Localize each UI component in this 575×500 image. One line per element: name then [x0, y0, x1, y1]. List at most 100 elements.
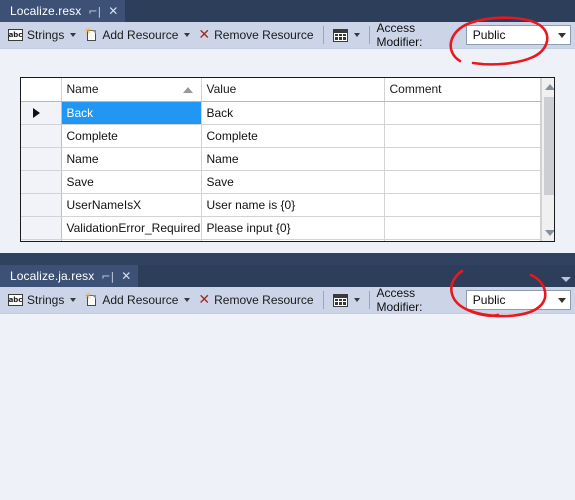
strings-dropdown-button-1[interactable]: abc Strings: [4, 24, 80, 46]
value-cell[interactable]: User name is {0}: [201, 193, 385, 217]
chevron-down-icon: [70, 298, 77, 302]
abc-icon: abc: [8, 29, 23, 41]
scroll-up-button[interactable]: [541, 78, 554, 95]
name-cell[interactable]: [61, 239, 202, 241]
value-cell[interactable]: Please input {0}: [201, 216, 385, 240]
tab-localize-resx[interactable]: Localize.resx ⌐| ✕: [0, 0, 126, 22]
add-resource-button-1[interactable]: ✳ Add Resource: [80, 24, 194, 46]
access-modifier-combo-1[interactable]: Public: [465, 25, 571, 45]
comment-cell[interactable]: [384, 101, 541, 125]
table-row[interactable]: ValidationError_Required Please input {0}: [21, 216, 541, 240]
strings-label: Strings: [27, 28, 65, 42]
column-header-name[interactable]: Name: [61, 78, 202, 102]
scroll-down-button[interactable]: [541, 224, 554, 241]
table-row[interactable]: Save Save: [21, 170, 541, 194]
row-selector-cell[interactable]: [21, 170, 62, 194]
grid-view-button-2[interactable]: [329, 289, 364, 311]
table-row[interactable]: Complete Complete: [21, 124, 541, 148]
remove-resource-button-2[interactable]: ✕ Remove Resource: [194, 289, 317, 311]
access-modifier-value-1: Public: [472, 28, 506, 42]
name-cell[interactable]: Complete: [61, 124, 202, 148]
resx-editor-panel-1: Localize.resx ⌐| ✕ abc Strings ✳ Add Res…: [0, 0, 575, 253]
add-resource-button-2[interactable]: ✳ Add Resource: [80, 289, 194, 311]
name-cell[interactable]: Save: [61, 170, 202, 194]
strings-dropdown-button-2[interactable]: abc Strings: [4, 289, 80, 311]
access-modifier-combo-2[interactable]: Public: [465, 290, 571, 310]
tab-overflow-chevron-icon[interactable]: [561, 277, 571, 282]
tab-strip-1: Localize.resx ⌐| ✕: [0, 0, 575, 22]
value-cell[interactable]: Complete: [201, 124, 385, 148]
name-cell[interactable]: UserNameIsX: [61, 193, 202, 217]
close-icon[interactable]: ✕: [121, 270, 131, 282]
red-x-icon: ✕: [198, 292, 211, 308]
comment-cell[interactable]: [384, 193, 541, 217]
add-resource-label: Add Resource: [102, 293, 179, 307]
access-modifier-label-1: Access Modifier:: [376, 21, 423, 49]
scroll-thumb[interactable]: [543, 97, 554, 196]
row-selector-cell[interactable]: [21, 147, 62, 171]
toolbar-2: abc Strings ✳ Add Resource ✕ Remove Reso…: [0, 286, 575, 314]
chevron-down-icon: [557, 297, 566, 303]
pin-icon[interactable]: ⌐|: [101, 271, 114, 282]
resx-editor-panel-2: Localize.ja.resx ⌐| ✕ abc Strings ✳ Add …: [0, 265, 575, 500]
value-cell[interactable]: [201, 239, 385, 241]
access-modifier-value-2: Public: [472, 293, 506, 307]
remove-resource-label: Remove Resource: [214, 28, 314, 42]
table-body-1: Back Back Complete Complete Name Name Save Save…: [21, 101, 541, 241]
row-selector-cell[interactable]: [21, 193, 62, 217]
scroll-track[interactable]: [541, 95, 554, 224]
column-header-value[interactable]: Value: [201, 78, 385, 102]
row-selector-cell[interactable]: [21, 239, 62, 241]
value-cell[interactable]: Back: [201, 101, 385, 125]
table-row[interactable]: [21, 239, 541, 241]
access-modifier-label-2: Access Modifier:: [376, 286, 423, 314]
new-page-icon: ✳: [84, 28, 98, 42]
table-row[interactable]: UserNameIsX User name is {0}: [21, 193, 541, 217]
row-selector-cell[interactable]: [21, 124, 62, 148]
red-x-icon: ✕: [198, 27, 211, 43]
toolbar-1: abc Strings ✳ Add Resource ✕ Remove Reso…: [0, 21, 575, 49]
row-selector-header: [21, 78, 62, 102]
tab-title: Localize.ja.resx: [10, 269, 95, 283]
tab-localize-ja-resx[interactable]: Localize.ja.resx ⌐| ✕: [0, 265, 139, 287]
name-cell[interactable]: Name: [61, 147, 202, 171]
grid-view-icon: [332, 28, 348, 42]
current-row-caret-icon: [33, 107, 40, 118]
value-cell[interactable]: Save: [201, 170, 385, 194]
toolbar-separator: [368, 26, 370, 44]
close-icon[interactable]: ✕: [108, 5, 118, 17]
column-header-comment[interactable]: Comment: [384, 78, 541, 102]
tab-title: Localize.resx: [10, 4, 82, 18]
name-cell[interactable]: ValidationError_Required: [61, 216, 202, 240]
comment-cell[interactable]: [384, 239, 541, 241]
add-resource-label: Add Resource: [102, 28, 179, 42]
resource-table-1: Name Value Comment Back Back Complete Compl…: [21, 78, 541, 241]
row-selector-cell[interactable]: [21, 101, 62, 125]
toolbar-separator: [322, 291, 324, 309]
grid-view-button-1[interactable]: [329, 24, 364, 46]
table-row[interactable]: Name Name: [21, 147, 541, 171]
comment-cell[interactable]: [384, 147, 541, 171]
chevron-down-icon: [353, 298, 360, 302]
resource-grid-1: Name Value Comment Back Back Complete Compl…: [20, 77, 555, 242]
value-cell[interactable]: Name: [201, 147, 385, 171]
tab-strip-2: Localize.ja.resx ⌐| ✕: [0, 265, 575, 287]
visual-studio-resx-editor: Localize.resx ⌐| ✕ abc Strings ✳ Add Res…: [0, 0, 575, 500]
chevron-down-icon: [184, 298, 191, 302]
chevron-down-icon: [353, 33, 360, 37]
table-row[interactable]: Back Back: [21, 101, 541, 125]
comment-cell[interactable]: [384, 216, 541, 240]
remove-resource-label: Remove Resource: [214, 293, 314, 307]
remove-resource-button-1[interactable]: ✕ Remove Resource: [194, 24, 317, 46]
vertical-scrollbar-1[interactable]: [540, 78, 554, 241]
sort-ascending-icon: [182, 87, 193, 93]
pin-icon[interactable]: ⌐|: [88, 6, 101, 17]
comment-cell[interactable]: [384, 170, 541, 194]
row-selector-cell[interactable]: [21, 216, 62, 240]
name-cell[interactable]: Back: [61, 101, 202, 125]
grid-view-icon: [332, 293, 348, 307]
chevron-down-icon: [70, 33, 77, 37]
chevron-down-icon: [557, 32, 566, 38]
comment-cell[interactable]: [384, 124, 541, 148]
toolbar-separator: [322, 26, 324, 44]
